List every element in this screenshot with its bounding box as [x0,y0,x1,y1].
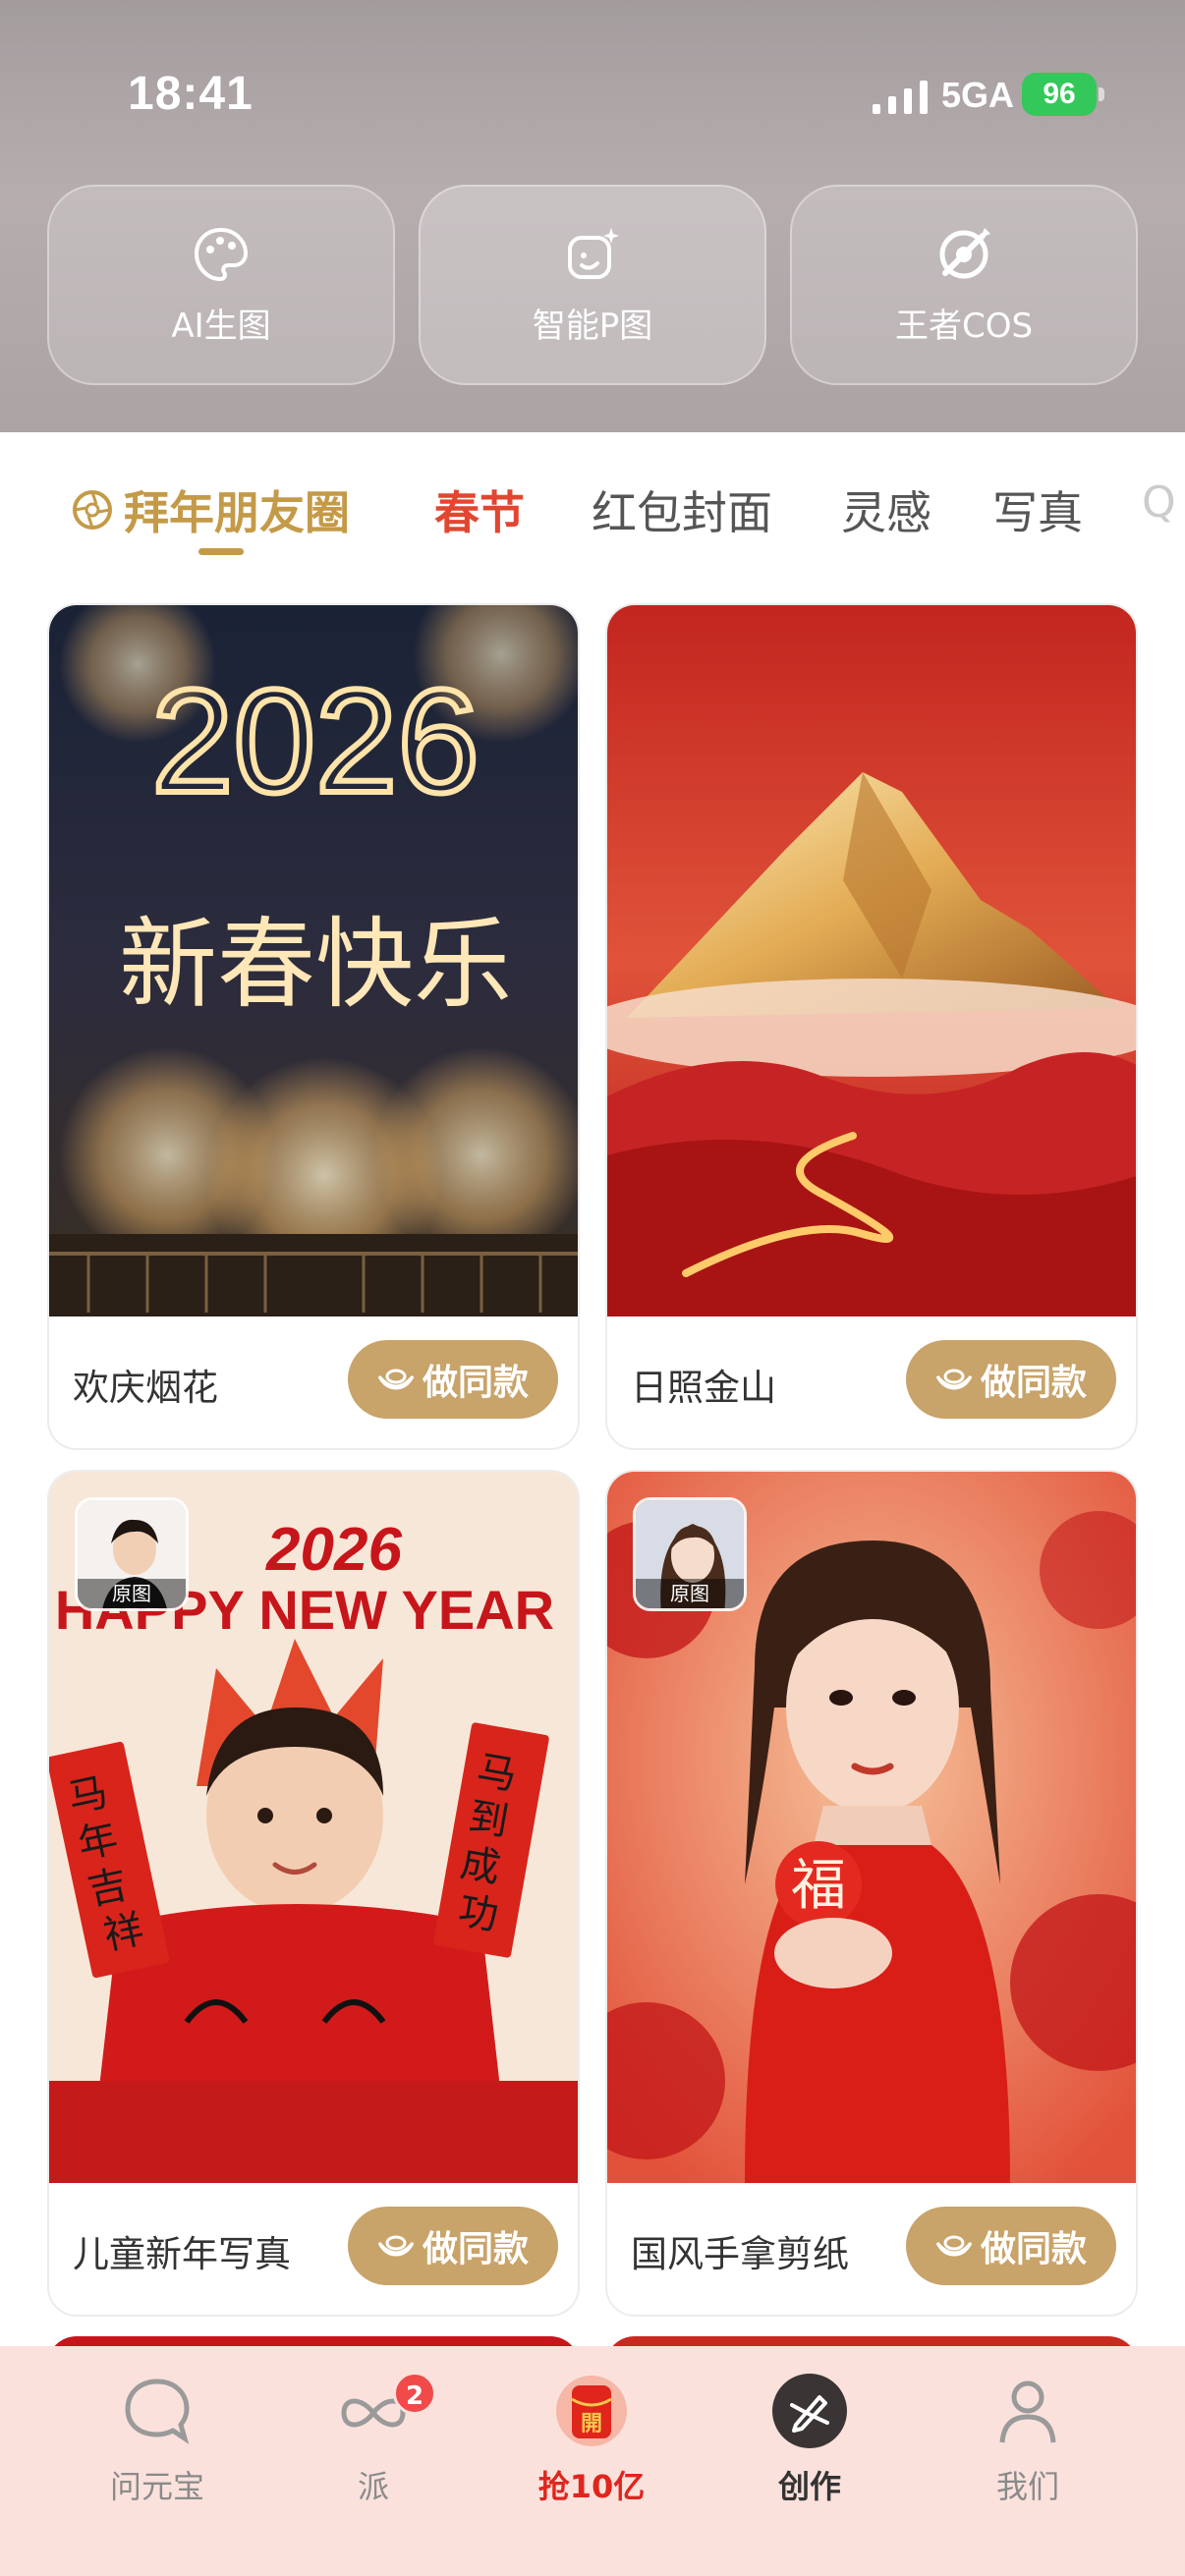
card-footer: 国风手拿剪纸 做同款 [607,2183,1136,2315]
card-footer: 日照金山 做同款 [607,1316,1136,1448]
tab-spring-festival[interactable]: 春节 [434,477,525,542]
envelope-char: 開 [581,2412,602,2436]
battery-cap [1099,87,1104,101]
tool-label: 智能P图 [532,306,653,346]
tab-portrait[interactable]: 写真 [992,477,1083,542]
nav-label: 我们 [995,2468,1059,2505]
honor-cos-button[interactable]: 王者COS [790,185,1138,385]
template-card[interactable]: 2026 HAPPY NEW YEAR 马 年 吉 祥 马 到 成 功 原图 儿… [47,1470,580,2317]
ingot-icon [935,1369,973,1390]
card-title: 国风手拿剪纸 [631,2233,849,2275]
couplet-char: 功 [455,1888,501,1939]
couplet-char: 年 [74,1816,122,1868]
image-text-fu: 福 [791,1854,846,1918]
card-image-fireworks: 2026 新春快乐 [49,605,578,1316]
couplet-char: 到 [466,1794,512,1845]
couplet-char: 马 [64,1769,112,1821]
tab-label: 拜年朋友圈 [124,486,350,539]
image-text-year: 2026 [151,658,480,823]
nav-label: 创作 [777,2468,841,2505]
tool-label: 王者COS [894,306,1034,346]
notification-badge: 2 [393,2372,436,2415]
signal-icon [873,81,928,114]
ingot-icon [377,1369,415,1390]
original-photo-thumbnail[interactable]: 原图 [633,1497,747,1611]
couplet-char: 马 [474,1748,520,1799]
card-title: 欢庆烟花 [73,1367,218,1409]
tab-new-year-moments[interactable]: 拜年朋友圈 [71,477,350,542]
category-tabs: 拜年朋友圈 春节 红包封面 灵感 写真 Q [0,432,1185,570]
button-label: 做同款 [422,2229,529,2269]
original-label: 原图 [78,1579,186,1608]
make-same-button[interactable]: 做同款 [906,1340,1116,1419]
button-label: 做同款 [980,2229,1087,2269]
nav-item-create[interactable]: 创作 [711,2372,908,2529]
smart-edit-button[interactable]: 智能P图 [419,185,766,385]
make-same-button[interactable]: 做同款 [906,2207,1116,2285]
status-bar: 18:41 5GA 96 [0,0,1185,187]
button-label: 做同款 [422,1363,529,1403]
image-text-year: 2026 [265,1516,402,1584]
photo-magic-icon [568,227,619,279]
ingot-icon [377,2235,415,2257]
create-pen-icon [772,2374,847,2448]
tab-more-partial[interactable]: Q [1142,477,1176,528]
nav-item-yuanbao[interactable]: 问元宝 [59,2372,255,2529]
tool-label: AI生图 [171,306,271,346]
person-icon [999,2380,1056,2443]
template-card[interactable]: 2026 新春快乐 欢庆烟花 做同款 [47,603,580,1450]
tool-row: AI生图 智能P图 王者COS [47,185,1138,385]
template-card[interactable]: 福 原图 国风手拿剪纸 做同款 [605,1470,1138,2317]
aperture-icon [73,490,112,530]
tab-red-envelope-cover[interactable]: 红包封面 [592,477,772,542]
nav-label: 问元宝 [109,2468,204,2505]
nav-label: 抢10亿 [537,2468,646,2505]
nav-item-me[interactable]: 我们 [930,2372,1126,2529]
template-card[interactable]: 日照金山 做同款 [605,603,1138,1450]
network-type: 5GA [941,75,1015,115]
status-time: 18:41 [128,68,254,120]
original-photo-thumbnail[interactable]: 原图 [75,1497,189,1611]
bottom-navigation: 问元宝 派 2 開 抢10亿 创作 我们 [0,2346,1185,2576]
card-image-papercut-portrait: 福 原图 [607,1472,1136,2183]
tab-inspiration[interactable]: 灵感 [841,477,931,542]
couplet-char: 吉 [84,1862,132,1914]
card-image-golden-mountain [607,605,1136,1316]
ingot-icon [935,2235,973,2257]
button-label: 做同款 [980,1363,1087,1403]
crossed-swords-icon [939,227,990,278]
nav-label: 派 [357,2468,389,2505]
nav-item-red-envelope[interactable]: 開 抢10亿 [493,2372,690,2529]
card-image-kid-portrait: 2026 HAPPY NEW YEAR 马 年 吉 祥 马 到 成 功 原图 [49,1472,578,2183]
ai-image-button[interactable]: AI生图 [47,185,395,385]
make-same-button[interactable]: 做同款 [348,2207,558,2285]
nav-item-pai[interactable]: 派 2 [275,2372,472,2529]
card-footer: 欢庆烟花 做同款 [49,1316,578,1448]
battery-indicator: 96 [1022,73,1097,116]
chat-bubble-icon [125,2379,190,2444]
couplet-char: 成 [457,1840,503,1891]
active-tab-indicator [198,548,244,555]
card-title: 儿童新年写真 [73,2233,291,2275]
palette-icon [194,227,249,281]
original-label: 原图 [636,1579,744,1608]
make-same-button[interactable]: 做同款 [348,1340,558,1419]
image-text-greeting: 新春快乐 [119,907,512,1022]
card-title: 日照金山 [631,1367,776,1409]
card-footer: 儿童新年写真 做同款 [49,2183,578,2315]
red-envelope-icon: 開 [556,2376,627,2446]
